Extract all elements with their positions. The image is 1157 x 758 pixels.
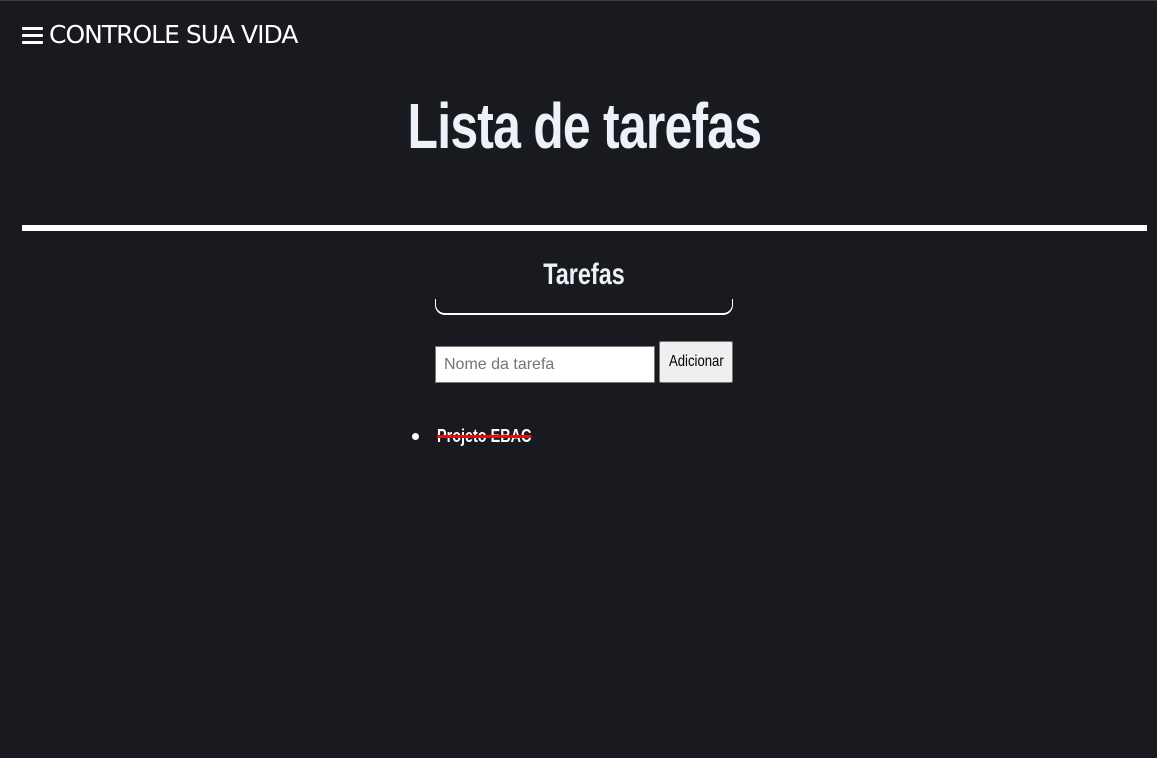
bullet-icon — [412, 432, 419, 440]
page-title: Lista de tarefas — [407, 90, 763, 162]
section-title: Tarefas — [543, 258, 625, 291]
task-list: Projeto EBAC — [410, 421, 555, 451]
task-label[interactable]: Projeto EBAC — [437, 426, 531, 447]
divider — [22, 225, 1147, 231]
add-task-button[interactable]: Adicionar — [659, 341, 733, 383]
brand-title[interactable]: CONTROLE SUA VIDA — [49, 19, 298, 51]
task-name-input[interactable] — [435, 346, 655, 383]
add-task-button-label: Adicionar — [668, 353, 724, 370]
top-bar: CONTROLE SUA VIDA — [22, 19, 298, 51]
task-item[interactable]: Projeto EBAC — [410, 421, 555, 451]
hamburger-menu-icon[interactable] — [22, 26, 43, 44]
